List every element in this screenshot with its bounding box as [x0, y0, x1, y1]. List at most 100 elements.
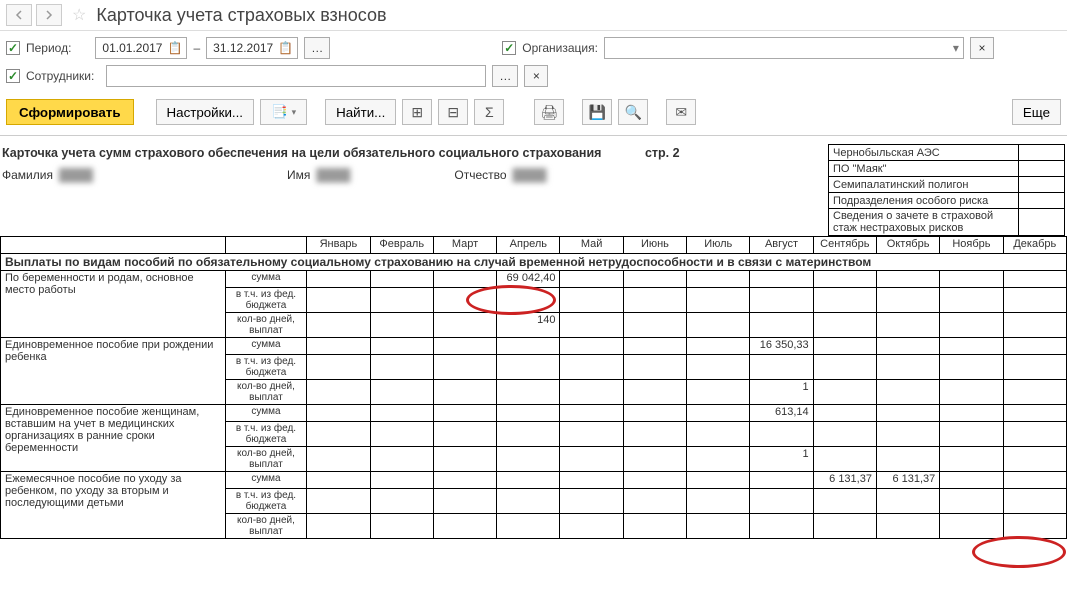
org-label: Организация:: [522, 41, 598, 55]
more-button[interactable]: Еще: [1012, 99, 1061, 125]
emp-input[interactable]: [106, 65, 486, 87]
print-button[interactable]: 🖨: [534, 99, 564, 125]
data-cell: [623, 472, 686, 489]
data-cell: [560, 380, 623, 405]
arrow-left-icon: [14, 10, 24, 20]
name-value: ████: [316, 168, 350, 182]
sub-label: в т.ч. из фед. бюджета: [225, 422, 307, 447]
save-file-button[interactable]: 💾: [582, 99, 612, 125]
month-header: Ноябрь: [940, 237, 1003, 254]
emp-label: Сотрудники:: [26, 69, 94, 83]
org-input[interactable]: ▾: [604, 37, 964, 59]
month-header: Август: [750, 237, 813, 254]
data-cell: 1: [750, 380, 813, 405]
patronymic-value: ████: [513, 168, 547, 182]
math-button[interactable]: Σ: [474, 99, 504, 125]
info-value: [1019, 145, 1065, 161]
period-more-button[interactable]: …: [304, 37, 330, 59]
find-button[interactable]: Найти...: [325, 99, 396, 125]
surname-label: Фамилия: [2, 168, 53, 182]
data-cell: [623, 405, 686, 422]
data-cell: [813, 355, 876, 380]
data-cell: [623, 288, 686, 313]
data-cell: [433, 514, 496, 539]
nav-forward-button[interactable]: [36, 4, 62, 26]
data-cell: [433, 380, 496, 405]
date-to-input[interactable]: 31.12.2017 📋: [206, 37, 298, 59]
data-cell: [433, 489, 496, 514]
favorite-icon[interactable]: ☆: [72, 5, 86, 25]
patronymic-label: Отчество: [454, 168, 506, 182]
data-cell: [370, 288, 433, 313]
data-cell: [1003, 422, 1066, 447]
data-cell: [687, 405, 750, 422]
month-header: Январь: [307, 237, 370, 254]
data-cell: [370, 447, 433, 472]
calendar-icon: 📋: [168, 41, 183, 55]
data-cell: [940, 313, 1003, 338]
data-cell: [1003, 313, 1066, 338]
data-cell: [497, 422, 560, 447]
collapse-groups-button[interactable]: ⊟: [438, 99, 468, 125]
data-cell: 140: [497, 313, 560, 338]
chevron-down-icon: ▾: [292, 107, 297, 118]
sub-label: в т.ч. из фед. бюджета: [225, 355, 307, 380]
data-cell: [370, 405, 433, 422]
data-cell: [623, 514, 686, 539]
emp-clear-button[interactable]: ×: [524, 65, 548, 87]
data-cell: [623, 271, 686, 288]
save-variant-button[interactable]: 📑▾: [260, 99, 307, 125]
org-checkbox[interactable]: [502, 41, 516, 55]
data-cell: [307, 472, 370, 489]
data-cell: [687, 313, 750, 338]
data-cell: [1003, 514, 1066, 539]
data-cell: [560, 447, 623, 472]
data-cell: [307, 313, 370, 338]
data-cell: [307, 447, 370, 472]
data-cell: [750, 355, 813, 380]
data-cell: [687, 288, 750, 313]
data-cell: [876, 489, 939, 514]
settings-button[interactable]: Настройки...: [156, 99, 254, 125]
data-cell: [433, 355, 496, 380]
date-from-input[interactable]: 01.01.2017 📋: [95, 37, 187, 59]
info-value: [1019, 177, 1065, 193]
data-cell: [940, 271, 1003, 288]
section-title: Выплаты по видам пособий по обязательном…: [1, 254, 1067, 271]
org-clear-button[interactable]: ×: [970, 37, 994, 59]
data-cell: [370, 271, 433, 288]
data-cell: [687, 338, 750, 355]
period-checkbox[interactable]: [6, 41, 20, 55]
sub-label: сумма: [225, 338, 307, 355]
data-cell: [497, 338, 560, 355]
nav-back-button[interactable]: [6, 4, 32, 26]
data-cell: [497, 514, 560, 539]
emp-more-button[interactable]: …: [492, 65, 518, 87]
data-cell: [370, 472, 433, 489]
data-cell: [497, 472, 560, 489]
sub-label: сумма: [225, 472, 307, 489]
period-dash: –: [193, 41, 200, 55]
preview-button[interactable]: 🔍: [618, 99, 648, 125]
emp-checkbox[interactable]: [6, 69, 20, 83]
data-cell: [750, 422, 813, 447]
data-cell: [497, 355, 560, 380]
data-cell: [623, 422, 686, 447]
email-button[interactable]: ✉: [666, 99, 696, 125]
expand-groups-button[interactable]: ⊞: [402, 99, 432, 125]
data-cell: [813, 489, 876, 514]
data-cell: [433, 422, 496, 447]
data-cell: [370, 489, 433, 514]
data-cell: [876, 514, 939, 539]
data-cell: 69 042,40: [497, 271, 560, 288]
generate-button[interactable]: Сформировать: [6, 99, 134, 125]
data-cell: [1003, 338, 1066, 355]
data-cell: [370, 380, 433, 405]
data-cell: [370, 313, 433, 338]
data-cell: [497, 380, 560, 405]
date-from-value: 01.01.2017: [102, 41, 162, 55]
data-cell: 16 350,33: [750, 338, 813, 355]
data-cell: [813, 338, 876, 355]
data-cell: [307, 514, 370, 539]
data-cell: [1003, 447, 1066, 472]
